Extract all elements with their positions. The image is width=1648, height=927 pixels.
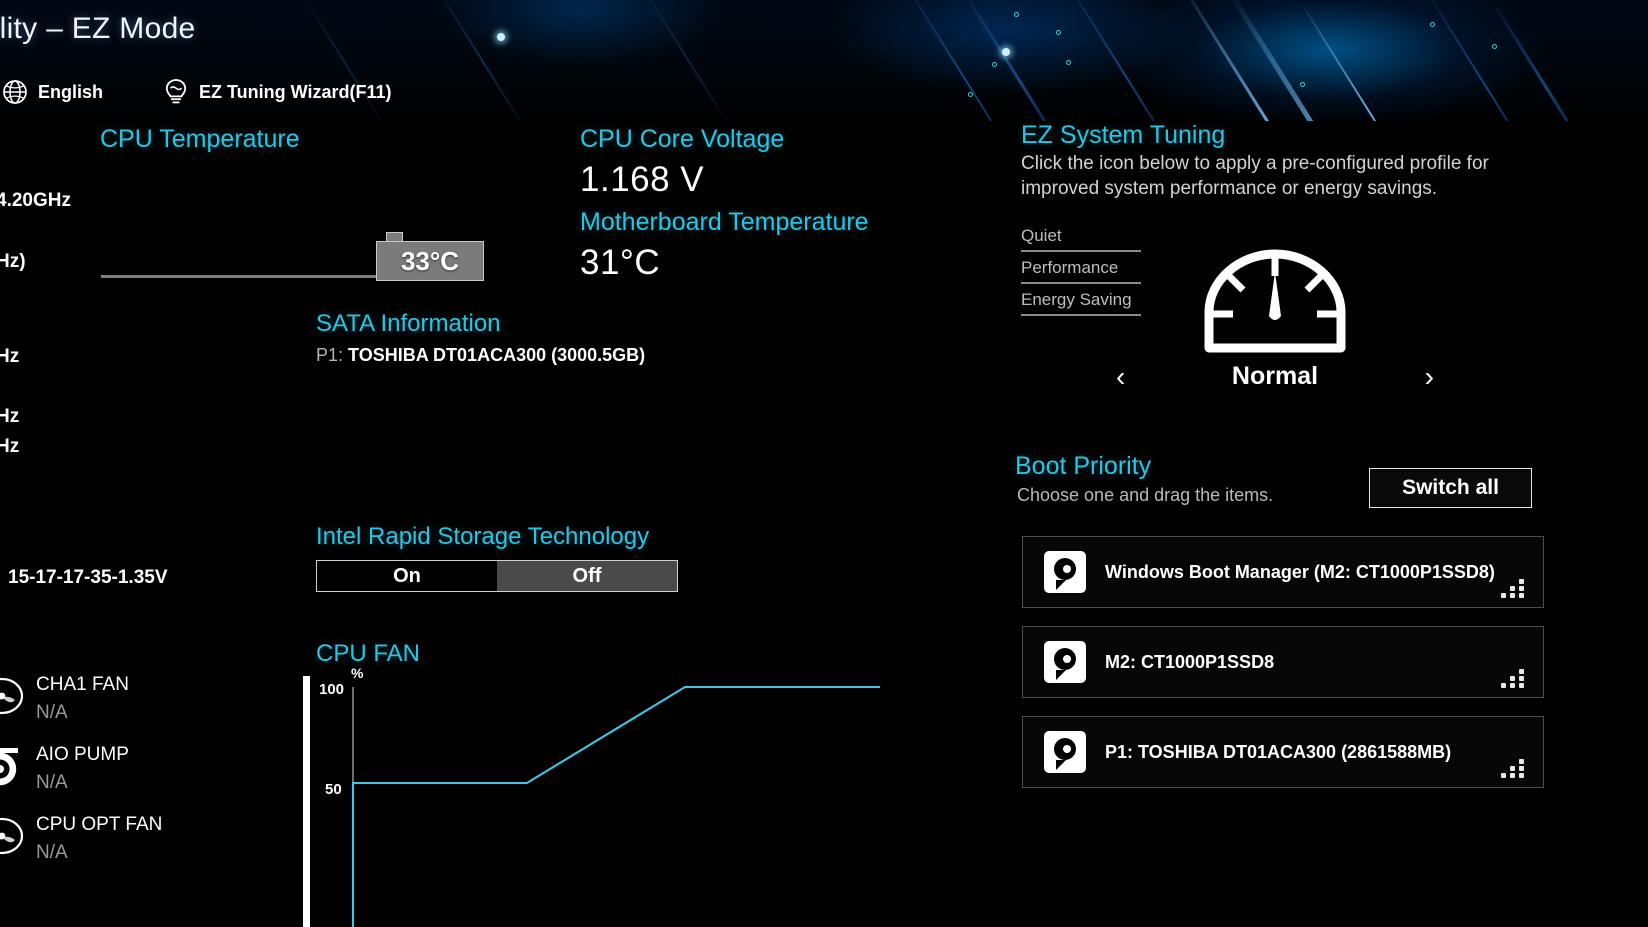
intel-rapid-storage-label: Intel Rapid Storage Technology	[316, 523, 650, 550]
memory-frequency-clipped-3: Hz	[0, 436, 20, 457]
boot-list-item[interactable]: Windows Boot Manager (M2: CT1000P1SSD8)	[1022, 536, 1544, 608]
cpu-fan-curve-chart[interactable]	[320, 668, 880, 927]
boot-priority-list: Windows Boot Manager (M2: CT1000P1SSD8)	[1022, 536, 1544, 806]
intel-rapid-storage-toggle[interactable]: On Off	[316, 560, 678, 592]
memory-timings: 15-17-17-35-1.35V	[8, 567, 168, 588]
fan-value: N/A	[36, 772, 68, 793]
boot-item-name: M2: CT1000P1SSD8	[1105, 652, 1275, 672]
fan-icon	[0, 814, 24, 858]
cpu-core-voltage-label: CPU Core Voltage	[580, 125, 785, 153]
speedometer-icon[interactable]	[1201, 248, 1349, 356]
ez-mode-quiet[interactable]: Quiet	[1021, 226, 1141, 252]
cpu-temperature-value: 33°C	[376, 241, 484, 281]
pump-icon	[0, 744, 24, 788]
cpu-fan-label: CPU FAN	[316, 640, 421, 667]
drag-handle-icon[interactable]	[1501, 759, 1529, 779]
sata-port-label: P1:	[316, 345, 344, 365]
harddisk-icon	[1043, 550, 1087, 594]
cpu-fan-axis-bar	[303, 676, 310, 927]
fan-name: AIO PUMP	[36, 744, 129, 765]
boot-priority-label: Boot Priority	[1015, 452, 1152, 480]
ez-tuning-mode-switcher: ‹ Normal ›	[1110, 362, 1440, 391]
ez-tuning-wizard-label: EZ Tuning Wizard(F11)	[199, 81, 392, 102]
sata-device-name: TOSHIBA DT01ACA300 (3000.5GB)	[348, 345, 646, 365]
cpu-frequency-clipped: 4.20GHz	[0, 190, 71, 211]
prev-mode-button[interactable]: ‹	[1110, 362, 1131, 391]
language-label: English	[38, 81, 104, 102]
boot-list-item[interactable]: M2: CT1000P1SSD8	[1022, 626, 1544, 698]
bios-ez-mode-screen: tility – EZ Mode English EZ Tuning Wizar…	[0, 0, 1648, 927]
harddisk-icon	[1043, 640, 1087, 684]
language-selector[interactable]: English	[2, 79, 103, 105]
irst-option-on[interactable]: On	[317, 561, 497, 591]
motherboard-temperature-value: 31°C	[580, 243, 661, 282]
boot-priority-sublabel: Choose one and drag the items.	[1017, 485, 1274, 505]
memory-frequency-clipped-2: Hz	[0, 406, 20, 427]
boot-item-name: P1: TOSHIBA DT01ACA300 (2861588MB)	[1105, 742, 1452, 762]
irst-option-off[interactable]: Off	[497, 561, 677, 591]
drag-handle-icon[interactable]	[1501, 579, 1529, 599]
page-title: tility – EZ Mode	[0, 12, 196, 45]
cpu-base-frequency-clipped: Hz)	[0, 251, 26, 272]
ez-tuning-wizard-button[interactable]: EZ Tuning Wizard(F11)	[163, 78, 392, 106]
motherboard-temperature-label: Motherboard Temperature	[580, 208, 869, 236]
switch-all-button[interactable]: Switch all	[1369, 468, 1532, 508]
memory-frequency-clipped-1: Hz	[0, 346, 20, 367]
ez-system-tuning-mode-list: Quiet Performance Energy Saving	[1021, 226, 1141, 322]
drag-handle-icon[interactable]	[1501, 669, 1529, 689]
cpu-temperature-label: CPU Temperature	[100, 125, 300, 153]
fan-name: CHA1 FAN	[36, 674, 129, 695]
fan-value: N/A	[36, 842, 68, 863]
sata-device-row: P1: TOSHIBA DT01ACA300 (3000.5GB)	[316, 345, 645, 366]
globe-icon	[2, 79, 28, 105]
ez-tuning-current-mode: Normal	[1231, 362, 1319, 390]
fan-icon	[0, 674, 24, 718]
boot-item-name: Windows Boot Manager (M2: CT1000P1SSD8)	[1105, 562, 1495, 582]
header-toolbar: English EZ Tuning Wizard(F11)	[2, 78, 392, 106]
ez-mode-performance[interactable]: Performance	[1021, 258, 1141, 284]
ez-mode-energy-saving[interactable]: Energy Saving	[1021, 290, 1141, 316]
boot-list-item[interactable]: P1: TOSHIBA DT01ACA300 (2861588MB)	[1022, 716, 1544, 788]
cpu-core-voltage-value: 1.168 V	[580, 160, 705, 199]
fan-value: N/A	[36, 702, 68, 723]
lightbulb-icon	[163, 78, 189, 106]
fan-name: CPU OPT FAN	[36, 814, 163, 835]
ez-system-tuning-description: Click the icon below to apply a pre-conf…	[1021, 153, 1489, 199]
sata-information-label: SATA Information	[316, 310, 501, 337]
next-mode-button[interactable]: ›	[1419, 362, 1440, 391]
ez-system-tuning-label: EZ System Tuning	[1021, 121, 1226, 149]
harddisk-icon	[1043, 730, 1087, 774]
